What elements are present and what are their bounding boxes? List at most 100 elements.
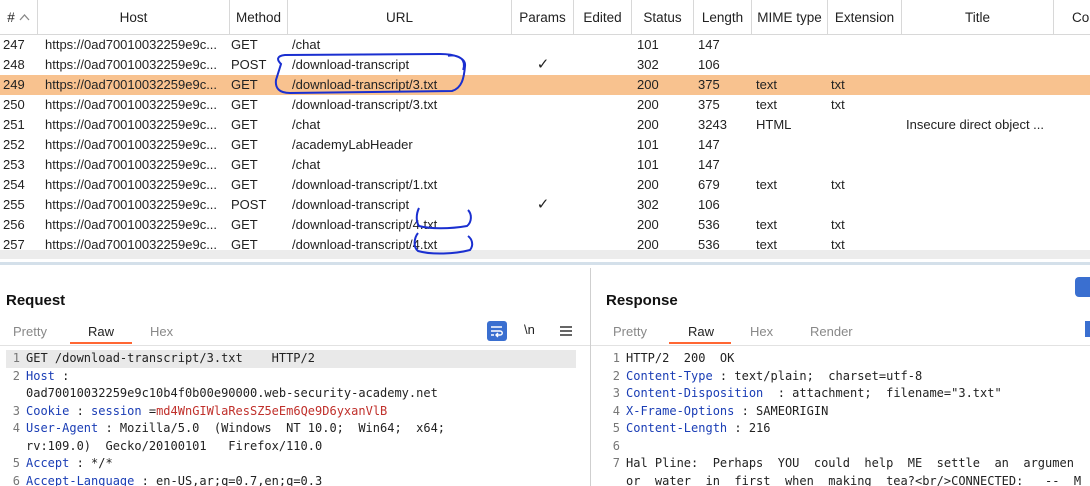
line-number: 6	[612, 438, 620, 453]
cell-ext	[831, 35, 901, 55]
cell-url: /download-transcript	[292, 57, 410, 72]
header-text: : 216	[727, 421, 771, 435]
header-key: Cookie	[26, 403, 70, 418]
cell-url: /chat	[292, 117, 321, 132]
cell-url: /download-transcript/3.txt	[292, 77, 438, 92]
column-header-host[interactable]: Host	[38, 0, 230, 34]
cell-method: GET	[231, 137, 258, 152]
line-text: or water in first when making tea?<br/>C…	[626, 473, 1081, 486]
cell-mime: text	[756, 97, 777, 112]
cell-method: GET	[231, 217, 258, 232]
line-text: Cookie : session =md4WnGIWlaResSZ5eEm6Qe…	[26, 403, 387, 421]
cell-edited	[574, 135, 632, 155]
line-number: 1	[12, 351, 20, 365]
code-line: 4 User-Agent : Mozilla/5.0 (Windows NT 10…	[6, 420, 576, 438]
cell-params	[512, 215, 574, 235]
line-number: 3	[612, 386, 620, 400]
cell-status: 101	[637, 157, 659, 172]
wrap-icon[interactable]	[487, 321, 507, 341]
column-header-title[interactable]: Title	[902, 0, 1054, 34]
cell-host: https://0ad70010032259e9c...	[45, 77, 218, 92]
header-text: :	[69, 403, 92, 418]
cell-url: /download-transcript	[292, 197, 410, 212]
cell-status: 200	[637, 97, 659, 112]
line-number: 2	[612, 368, 620, 383]
header-text: : SAMEORIGIN	[734, 403, 829, 418]
cell-status: 302	[637, 57, 659, 72]
column-header-url[interactable]: URL	[288, 0, 512, 34]
request-tab-pretty[interactable]: Pretty	[13, 324, 47, 339]
cell-mime	[756, 35, 826, 55]
table-row[interactable]: 252 https://0ad70010032259e9c... GET/acade…	[0, 135, 1090, 155]
menu-icon[interactable]	[556, 321, 576, 341]
response-tab-render[interactable]: Render	[810, 324, 853, 339]
cell-method: GET	[231, 37, 258, 52]
cell-edited	[574, 35, 632, 55]
line-text: Host :	[26, 368, 69, 386]
request-tab-hex[interactable]: Hex	[150, 324, 173, 339]
column-header-method[interactable]: Method	[230, 0, 288, 34]
response-title: Response	[606, 292, 678, 309]
line-number: 7	[612, 456, 620, 470]
table-row[interactable]: 247 https://0ad70010032259e9c... GET/chat 1…	[0, 35, 1090, 55]
response-tab-raw[interactable]: Raw	[688, 324, 714, 339]
column-header-comment[interactable]: Co	[1054, 0, 1090, 34]
header-text: :	[54, 368, 70, 383]
column-header-number[interactable]: #	[0, 0, 38, 34]
column-header-edited[interactable]: Edited	[574, 0, 632, 34]
request-tab-raw[interactable]: Raw	[88, 324, 114, 339]
cell-mime: HTML	[756, 117, 792, 132]
line-text: Content-Length : 216	[626, 420, 771, 438]
cell-title	[906, 215, 1052, 235]
table-row[interactable]: 249 https://0ad70010032259e9c... GET/downl…	[0, 75, 1090, 95]
newline-toggle-button[interactable]: \n	[524, 322, 535, 337]
cell-title	[906, 135, 1052, 155]
column-header-length[interactable]: Length	[694, 0, 752, 34]
request-tabs-border	[0, 345, 590, 346]
code-line: 7 Hal Pline: Perhaps YOU could help ME se…	[606, 455, 1090, 473]
cell-length: 3243	[698, 117, 727, 132]
column-header-params[interactable]: Params	[512, 0, 574, 34]
column-header-mime-type[interactable]: MIME type	[752, 0, 828, 34]
horizontal-scrollbar[interactable]	[0, 250, 1090, 259]
column-header-extension[interactable]: Extension	[828, 0, 902, 34]
table-row[interactable]: 253 https://0ad70010032259e9c... GET/chat 1…	[0, 155, 1090, 175]
response-wrap-icon[interactable]	[1085, 321, 1090, 337]
table-row[interactable]: 251 https://0ad70010032259e9c... GET/chat 2…	[0, 115, 1090, 135]
table-row[interactable]: 248 https://0ad70010032259e9c... POST/down…	[0, 55, 1090, 75]
cell-method: POST	[231, 57, 267, 72]
cell-edited	[574, 195, 632, 215]
table-row[interactable]: 255 https://0ad70010032259e9c... POST/down…	[0, 195, 1090, 215]
line-text: Content-Disposition : attachment; filena…	[626, 385, 1002, 403]
line-text: HTTP/2 200 OK	[626, 350, 734, 368]
header-key: Content-Disposition	[626, 386, 764, 400]
column-header-status[interactable]: Status	[632, 0, 694, 34]
cell-num: 249	[3, 77, 25, 92]
inspector-toggle-icon[interactable]	[1075, 277, 1090, 297]
pane-splitter[interactable]	[0, 262, 1090, 265]
table-row[interactable]: 250 https://0ad70010032259e9c... GET/downl…	[0, 95, 1090, 115]
cell-num: 254	[3, 177, 25, 192]
header-text: GET /download-transcript/3.txt HTTP/2	[26, 351, 315, 365]
cell-edited	[574, 55, 632, 75]
header-text: : en-US,ar;q=0.7,en;q=0.3	[134, 473, 323, 486]
cell-title	[906, 35, 1052, 55]
cell-status: 101	[637, 37, 659, 52]
table-row[interactable]: 254 https://0ad70010032259e9c... GET/downl…	[0, 175, 1090, 195]
cell-title	[906, 175, 1052, 195]
cell-length: 375	[698, 97, 720, 112]
code-line: 3 Content-Disposition : attachment; filen…	[606, 385, 1090, 403]
cell-title: Insecure direct object ...	[906, 117, 1045, 132]
table-row[interactable]: 256 https://0ad70010032259e9c... GET/downl…	[0, 215, 1090, 235]
line-number: 1	[612, 351, 620, 365]
code-line: 3 Cookie : session =md4WnGIWlaResSZ5eEm6Q…	[6, 403, 576, 421]
cell-title	[906, 55, 1052, 75]
cell-edited	[574, 75, 632, 95]
response-tab-pretty[interactable]: Pretty	[613, 324, 647, 339]
cell-length: 106	[698, 57, 720, 72]
header-key: Content-Length	[626, 421, 728, 435]
cell-params	[512, 135, 574, 155]
cell-method: GET	[231, 117, 258, 132]
response-tab-hex[interactable]: Hex	[750, 324, 773, 339]
response-tab-indicator	[669, 342, 731, 344]
